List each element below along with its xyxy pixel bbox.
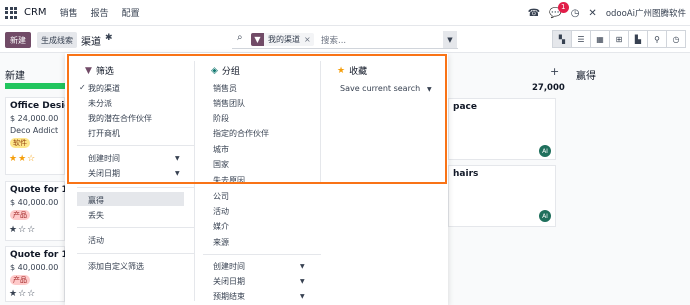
- search-facet: ▼ 我的渠道 ×: [251, 33, 314, 46]
- caret-down-icon: ▼: [300, 278, 305, 285]
- divider: [77, 253, 195, 254]
- chat-icon[interactable]: 💬 1: [549, 1, 569, 19]
- card-title: pace: [453, 102, 477, 112]
- phone-icon[interactable]: ☎: [528, 8, 540, 19]
- search-icon: ⌕: [237, 32, 243, 43]
- view-switcher: ▚ ☰ ▦ ⊞ ▙ ⚲ ◷: [552, 30, 686, 48]
- card-tag: 产品: [10, 275, 30, 285]
- column-title-new: 新建: [5, 71, 25, 82]
- gear-icon[interactable]: ✱: [105, 33, 113, 43]
- filter-icon: ▼: [251, 33, 264, 46]
- kanban-card[interactable]: Office Design $ 24,000.00 Deco Addict 软件…: [5, 97, 77, 175]
- kanban-card[interactable]: hairs AI: [448, 165, 556, 227]
- column-amount: 27,000: [532, 83, 565, 93]
- avatar[interactable]: AI: [539, 145, 551, 157]
- remove-facet-icon[interactable]: ×: [304, 35, 314, 44]
- app-name[interactable]: CRM: [24, 7, 47, 18]
- caret-down-icon: ▼: [300, 293, 305, 300]
- notification-badge: 1: [557, 1, 569, 13]
- filter-won[interactable]: 赢得: [88, 195, 104, 206]
- pivot-view-icon[interactable]: ⊞: [609, 30, 629, 48]
- new-button[interactable]: 新建: [5, 32, 31, 48]
- kanban-view-icon[interactable]: ▚: [552, 30, 572, 48]
- list-view-icon[interactable]: ☰: [571, 30, 591, 48]
- card-tag: 产品: [10, 210, 30, 220]
- card-title: hairs: [453, 169, 479, 179]
- groupby-closed-date[interactable]: 关闭日期: [213, 276, 245, 287]
- map-view-icon[interactable]: ⚲: [647, 30, 667, 48]
- card-amount: $ 40,000.00: [10, 263, 59, 272]
- app-menu-icon[interactable]: [4, 6, 18, 20]
- tools-icon[interactable]: ✕: [588, 8, 596, 19]
- search-toggle-icon[interactable]: ▼: [443, 31, 457, 48]
- groupby-medium[interactable]: 媒介: [213, 221, 229, 232]
- generate-leads-button[interactable]: 生成线索: [37, 32, 77, 48]
- clock-icon[interactable]: ◷: [571, 8, 580, 19]
- card-amount: $ 40,000.00: [10, 198, 59, 207]
- calendar-view-icon[interactable]: ▦: [590, 30, 610, 48]
- divider: [203, 254, 321, 255]
- add-custom-filter[interactable]: 添加自定义筛选: [88, 261, 144, 272]
- card-tag: 软件: [10, 138, 30, 148]
- menu-reporting[interactable]: 报告: [91, 6, 109, 19]
- divider: [77, 227, 195, 228]
- groupby-expected-closing[interactable]: 预期结束: [213, 291, 245, 302]
- groupby-activities[interactable]: 活动: [213, 206, 229, 217]
- kanban-card[interactable]: Quote for 150 $ 40,000.00 产品 ★☆☆: [5, 181, 80, 241]
- kanban-card[interactable]: Quote for 12 T $ 40,000.00 产品 ★☆☆: [5, 246, 83, 302]
- column-title-won: 赢得: [576, 71, 596, 82]
- company-name[interactable]: odooAi广州图腾软件: [606, 7, 686, 19]
- breadcrumb: 渠道: [81, 37, 101, 48]
- filter-activities[interactable]: 活动: [88, 235, 104, 246]
- highlight-box: [67, 54, 447, 184]
- caret-down-icon: ▼: [300, 263, 305, 270]
- groupby-creation-date[interactable]: 创建时间: [213, 261, 245, 272]
- card-partner: Deco Addict: [10, 126, 59, 135]
- priority-stars[interactable]: ★★☆: [9, 154, 36, 164]
- facet-label: 我的渠道: [268, 35, 300, 44]
- top-navbar: CRM 销售 报告 配置 ☎ 💬 1 ◷ ✕ odooAi广州图腾软件: [0, 0, 690, 26]
- kanban-card[interactable]: pace AI: [448, 98, 556, 160]
- card-amount: $ 24,000.00: [10, 114, 59, 123]
- priority-stars[interactable]: ★☆☆: [9, 225, 36, 235]
- groupby-source[interactable]: 来源: [213, 237, 229, 248]
- divider: [77, 187, 195, 188]
- control-panel: 新建 生成线索 渠道 ✱ ⌕ ▼ 我的渠道 × 搜索... ▼ ▚ ☰ ▦ ⊞ …: [0, 26, 690, 53]
- search-input[interactable]: 搜索...: [321, 34, 346, 46]
- graph-view-icon[interactable]: ▙: [628, 30, 648, 48]
- filter-lost[interactable]: 丢失: [88, 210, 104, 221]
- activity-view-icon[interactable]: ◷: [666, 30, 686, 48]
- column-progress-bar: [5, 83, 65, 89]
- avatar[interactable]: AI: [539, 210, 551, 222]
- groupby-company[interactable]: 公司: [213, 191, 229, 202]
- add-column-icon[interactable]: +: [550, 65, 559, 78]
- menu-sales[interactable]: 销售: [60, 6, 78, 19]
- menu-configuration[interactable]: 配置: [122, 6, 140, 19]
- priority-stars[interactable]: ★☆☆: [9, 289, 36, 299]
- search-bar[interactable]: ⌕ ▼ 我的渠道 × 搜索... ▼: [232, 30, 458, 49]
